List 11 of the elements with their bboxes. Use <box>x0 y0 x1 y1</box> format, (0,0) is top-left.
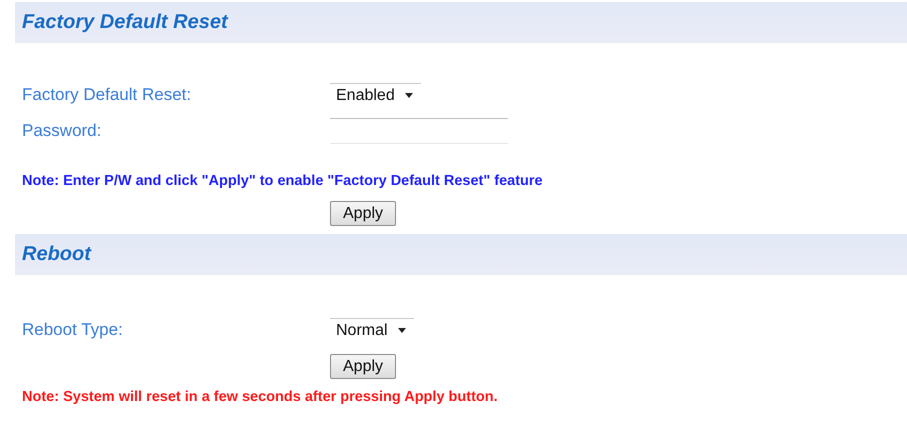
apply-button[interactable]: Apply <box>330 354 396 379</box>
caret-icon <box>404 93 413 98</box>
field-label: Factory Default Reset: <box>22 85 192 105</box>
field-label: Reboot Type: <box>22 320 124 340</box>
section-title: Reboot <box>22 243 91 266</box>
caret-icon <box>398 328 406 333</box>
note-text: Note: System will reset in a few seconds after pressing Apply button. <box>22 388 499 407</box>
field-label: Password: <box>22 121 102 141</box>
apply-button[interactable]: Apply <box>330 201 396 226</box>
note-text: Note: Enter P/W and click "Apply" to enable "Factory Default Reset" feature <box>22 172 544 191</box>
section-title: Factory Default Reset <box>22 11 228 34</box>
